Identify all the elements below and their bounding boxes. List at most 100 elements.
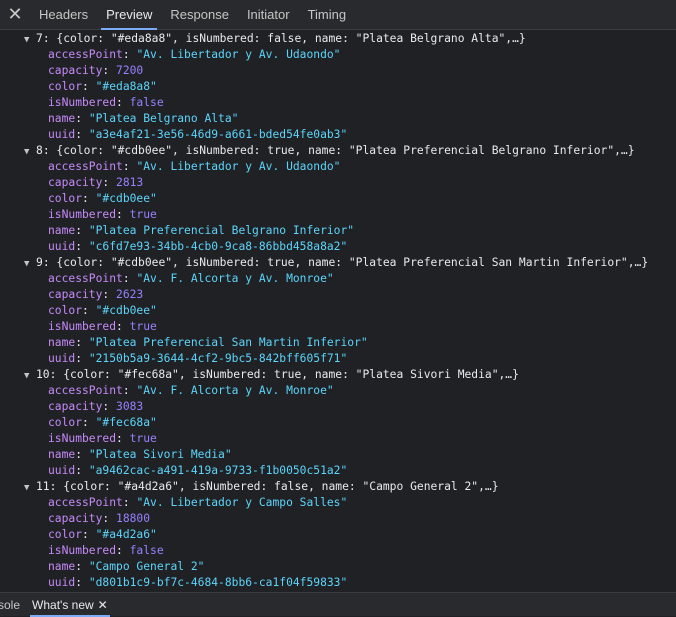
entry-index: 10 bbox=[36, 368, 50, 381]
separator: : bbox=[75, 112, 89, 125]
separator: : bbox=[75, 560, 89, 573]
tree-property-row: capacity: 18800 bbox=[0, 511, 676, 527]
separator: : bbox=[116, 544, 130, 557]
tree-property-row: isNumbered: false bbox=[0, 95, 676, 111]
close-icon[interactable]: ✕ bbox=[0, 0, 30, 30]
separator: : bbox=[75, 128, 89, 141]
property-key: capacity bbox=[48, 64, 103, 77]
tree-property-row: uuid: "2150b5a9-3644-4cf2-9bc5-842bff605… bbox=[0, 351, 676, 367]
property-value: false bbox=[129, 544, 164, 557]
property-value: "#eda8a8" bbox=[95, 80, 157, 93]
property-value: "#a4d2a6" bbox=[95, 528, 157, 541]
property-value: "a3e4af21-3e56-46d9-a661-bded54fe0ab3" bbox=[88, 128, 348, 141]
tree-property-row: name: "Platea Sivori Media" bbox=[0, 447, 676, 463]
property-value: "Platea Belgrano Alta" bbox=[88, 112, 239, 125]
tree-property-row: capacity: 2623 bbox=[0, 287, 676, 303]
tree-property-row: capacity: 7200 bbox=[0, 63, 676, 79]
triangle-down-icon[interactable]: ▼ bbox=[24, 368, 36, 384]
tree-property-row: accessPoint: "Av. Libertador y Av. Udaon… bbox=[0, 47, 676, 63]
property-key: color bbox=[48, 80, 83, 93]
triangle-down-icon[interactable]: ▼ bbox=[24, 144, 36, 160]
property-value: "Platea Preferencial Belgrano Inferior" bbox=[88, 224, 355, 237]
tab-headers[interactable]: Headers bbox=[30, 0, 97, 30]
property-key: uuid bbox=[48, 576, 76, 589]
tree-property-row: color: "#a4d2a6" bbox=[0, 527, 676, 543]
entry-summary: {color: "#a4d2a6", isNumbered: false, na… bbox=[63, 480, 499, 493]
separator: : bbox=[122, 48, 137, 61]
separator: : bbox=[75, 464, 89, 477]
close-icon[interactable]: ✕ bbox=[98, 598, 108, 612]
separator: : bbox=[75, 224, 89, 237]
property-key: capacity bbox=[48, 400, 103, 413]
property-value: "Platea Preferencial San Martin Inferior… bbox=[88, 336, 368, 349]
property-key: isNumbered bbox=[48, 544, 117, 557]
tree-property-row: accessPoint: "Av. Libertador y Av. Udaon… bbox=[0, 159, 676, 175]
separator: : bbox=[75, 448, 89, 461]
tree-property-row: accessPoint: "Av. Libertador y Campo Sal… bbox=[0, 495, 676, 511]
tree-property-row: isNumbered: false bbox=[0, 543, 676, 559]
separator: : bbox=[75, 352, 89, 365]
separator: : bbox=[82, 304, 96, 317]
property-value: "Av. Libertador y Av. Udaondo" bbox=[136, 48, 341, 61]
property-key: accessPoint bbox=[48, 496, 123, 509]
devtools-tab-bar: ✕ Headers Preview Response Initiator Tim… bbox=[0, 0, 676, 30]
tab-preview[interactable]: Preview bbox=[97, 0, 161, 30]
separator: : bbox=[75, 576, 89, 589]
separator: : bbox=[122, 496, 137, 509]
property-value: "Platea Sivori Media" bbox=[88, 448, 232, 461]
drawer-tab-console[interactable]: sole bbox=[0, 593, 26, 617]
tab-initiator[interactable]: Initiator bbox=[238, 0, 299, 30]
tree-property-row: name: "Campo General 2" bbox=[0, 559, 676, 575]
tab-response[interactable]: Response bbox=[161, 0, 238, 30]
tree-property-row: name: "Platea Preferencial San Martin In… bbox=[0, 335, 676, 351]
property-key: name bbox=[48, 560, 76, 573]
separator: : bbox=[102, 400, 117, 413]
tree-entry-header[interactable]: ▼ 9: {color: "#cdb0ee", isNumbered: true,… bbox=[0, 255, 676, 271]
tree-property-row: name: "Platea Belgrano Alta" bbox=[0, 111, 676, 127]
property-value: 3083 bbox=[116, 400, 144, 413]
entry-summary: {color: "#eda8a8", isNumbered: false, na… bbox=[56, 32, 526, 45]
property-key: capacity bbox=[48, 512, 103, 525]
drawer-tab-bar: sole What's new ✕ bbox=[0, 592, 676, 617]
property-key: uuid bbox=[48, 128, 76, 141]
separator: : bbox=[82, 528, 96, 541]
drawer-tab-whats-new[interactable]: What's new ✕ bbox=[26, 593, 114, 617]
tree-property-row: capacity: 3083 bbox=[0, 399, 676, 415]
tree-property-row: isNumbered: true bbox=[0, 319, 676, 335]
tree-entry-header[interactable]: ▼ 11: {color: "#a4d2a6", isNumbered: fals… bbox=[0, 479, 676, 495]
tree-property-row: isNumbered: true bbox=[0, 431, 676, 447]
separator: : bbox=[122, 384, 137, 397]
property-key: color bbox=[48, 416, 83, 429]
tree-property-row: color: "#eda8a8" bbox=[0, 79, 676, 95]
tree-property-row: capacity: 2813 bbox=[0, 175, 676, 191]
separator: : bbox=[82, 416, 96, 429]
property-value: "#cdb0ee" bbox=[95, 192, 157, 205]
preview-tree: ▼ 7: {color: "#eda8a8", isNumbered: false… bbox=[0, 31, 676, 591]
separator: : bbox=[116, 96, 130, 109]
separator: : bbox=[102, 512, 117, 525]
entry-index: 8 bbox=[36, 144, 43, 157]
property-value: true bbox=[129, 320, 157, 333]
property-key: color bbox=[48, 304, 83, 317]
property-key: isNumbered bbox=[48, 432, 117, 445]
separator: : bbox=[82, 80, 96, 93]
tree-entry-header[interactable]: ▼ 10: {color: "#fec68a", isNumbered: true… bbox=[0, 367, 676, 383]
property-value: 7200 bbox=[116, 64, 144, 77]
tree-property-row: uuid: "d801b1c9-bf7c-4684-8bb6-ca1f04f59… bbox=[0, 575, 676, 591]
tree-entry-header[interactable]: ▼ 7: {color: "#eda8a8", isNumbered: false… bbox=[0, 31, 676, 47]
triangle-down-icon[interactable]: ▼ bbox=[24, 256, 36, 272]
property-value: "Av. Libertador y Campo Salles" bbox=[136, 496, 348, 509]
tree-property-row: uuid: "c6fd7e93-34bb-4cb0-9ca8-86bbd458a… bbox=[0, 239, 676, 255]
property-value: "Campo General 2" bbox=[88, 560, 205, 573]
tab-timing[interactable]: Timing bbox=[299, 0, 356, 30]
property-value: true bbox=[129, 208, 157, 221]
tree-property-row: uuid: "a3e4af21-3e56-46d9-a661-bded54fe0… bbox=[0, 127, 676, 143]
triangle-down-icon[interactable]: ▼ bbox=[24, 32, 36, 48]
tree-entry-header[interactable]: ▼ 8: {color: "#cdb0ee", isNumbered: true,… bbox=[0, 143, 676, 159]
triangle-down-icon[interactable]: ▼ bbox=[24, 480, 36, 496]
tree-property-row: accessPoint: "Av. F. Alcorta y Av. Monro… bbox=[0, 383, 676, 399]
property-key: capacity bbox=[48, 176, 103, 189]
entry-summary: {color: "#cdb0ee", isNumbered: true, nam… bbox=[56, 256, 649, 269]
property-key: uuid bbox=[48, 464, 76, 477]
separator: : bbox=[102, 288, 117, 301]
